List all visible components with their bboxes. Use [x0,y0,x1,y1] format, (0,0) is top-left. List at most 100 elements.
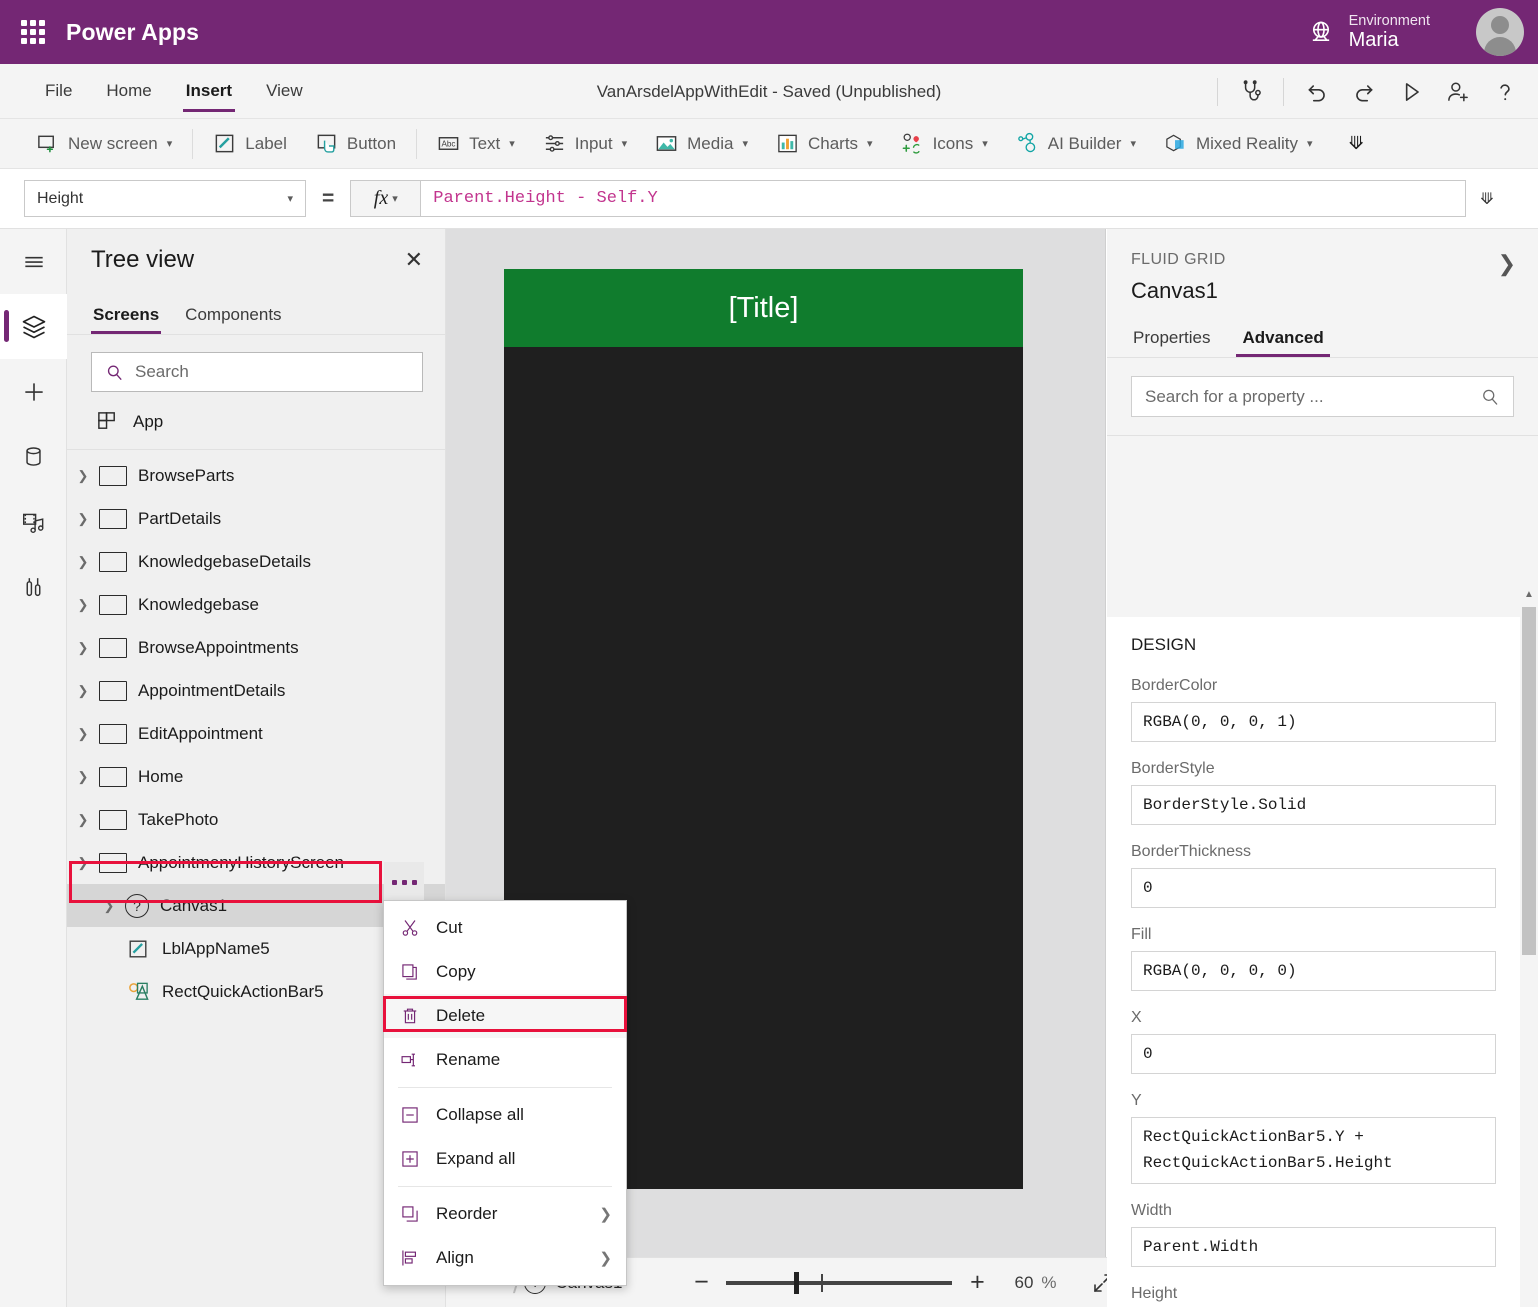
environment-name: Maria [1348,28,1399,51]
chevron-right-icon[interactable]: ❯ [67,812,99,828]
chevron-right-icon[interactable]: ❯ [67,640,99,656]
rail-item-advanced-tools[interactable] [0,554,67,619]
tab-view[interactable]: View [249,64,320,118]
redo-icon[interactable] [1340,70,1387,114]
chevron-right-icon[interactable]: ❯ [67,468,99,484]
formula-expand-chevron-down-icon[interactable]: ⟱ [1480,189,1493,209]
zoom-slider[interactable] [726,1271,953,1294]
minus-icon[interactable]: − [684,1270,718,1295]
tab-advanced[interactable]: Advanced [1236,328,1330,357]
insert-label-button[interactable]: Label [199,124,301,164]
prop-input-borderthickness[interactable]: 0 [1131,868,1496,908]
rail-item-data[interactable] [0,424,67,489]
tab-components[interactable]: Components [183,305,283,334]
tab-properties[interactable]: Properties [1131,328,1212,357]
insert-plus-icon [21,379,47,405]
button-icon [315,132,338,155]
chevron-right-icon[interactable]: ❯ [67,511,99,527]
context-menu-item-reorder[interactable]: Reorder ❯ [384,1192,626,1236]
tab-screens[interactable]: Screens [91,305,162,334]
chevron-right-icon[interactable]: ❯ [67,769,99,785]
tab-home[interactable]: Home [89,64,168,118]
tree-node-knowledgebasedetails[interactable]: ❯ KnowledgebaseDetails [67,540,445,583]
environment-selector[interactable]: Environment Maria [1307,0,1430,64]
insert-button-button[interactable]: Button [301,124,410,164]
insert-input-button[interactable]: Input ▾ [529,124,641,164]
tree-node-home[interactable]: ❯ Home [67,755,445,798]
tree-node-appointmentdetails[interactable]: ❯ AppointmentDetails [67,669,445,712]
screen-title-bar[interactable]: [Title] [504,269,1023,347]
context-menu-item-expand-all[interactable]: Expand all [384,1137,626,1181]
prop-label-height: Height [1131,1285,1178,1303]
context-menu-item-rename[interactable]: Rename [384,1038,626,1082]
tree-view-search-wrap: Search [67,335,445,406]
toolbar-overflow-chevron-down-icon[interactable]: ⟱ [1335,133,1378,154]
chevron-down-icon[interactable]: ❯ [67,855,99,871]
property-select[interactable]: Height ▾ [24,180,306,217]
prop-input-x[interactable]: 0 [1131,1034,1496,1074]
chevron-right-icon[interactable]: ❯ [67,726,99,742]
brand-title[interactable]: Power Apps [66,19,199,46]
chevron-right-icon[interactable]: ❯ [93,898,125,914]
insert-mixed-reality-button[interactable]: Mixed Reality ▾ [1150,124,1327,164]
chevron-down-icon: ▾ [1130,138,1136,150]
insert-text-button[interactable]: Abc Text ▾ [423,124,529,164]
chevron-right-icon[interactable]: ❯ [67,683,99,699]
insert-ai-builder-button[interactable]: AI Builder ▾ [1002,124,1150,164]
formula-input[interactable]: Parent.Height - Self.Y [420,180,1467,217]
app-checker-icon[interactable] [1227,70,1274,114]
prop-input-bordercolor[interactable]: RGBA(0, 0, 0, 1) [1131,702,1496,742]
fx-button[interactable]: fx ▾ [350,180,421,217]
tree-node-more-options-icon[interactable] [384,862,424,902]
rail-item-insert[interactable] [0,359,67,424]
prop-input-width[interactable]: Parent.Width [1131,1227,1496,1268]
caret-up-icon[interactable]: ▲ [1520,589,1538,600]
chevron-down-icon: ▾ [621,138,628,150]
screen-icon [99,680,127,701]
tree-node-browseappointments[interactable]: ❯ BrowseAppointments [67,626,445,669]
insert-label-label: Label [245,133,287,153]
zoom-unit: % [1041,1272,1057,1292]
tree-node-partdetails[interactable]: ❯ PartDetails [67,497,445,540]
context-menu-item-delete[interactable]: Delete [384,994,626,1038]
search-input[interactable]: Search [91,352,423,392]
scrollbar-thumb[interactable] [1522,607,1536,955]
insert-charts-button[interactable]: Charts ▾ [762,124,887,164]
insert-new-screen-button[interactable]: New screen ▾ [22,124,186,164]
chevron-right-icon[interactable]: ❯ [67,597,99,613]
tree-node-editappointment[interactable]: ❯ EditAppointment [67,712,445,755]
context-menu-item-collapse-all[interactable]: Collapse all [384,1093,626,1137]
share-icon[interactable] [1434,70,1481,114]
screen-icon [99,465,127,486]
context-menu-item-copy[interactable]: Copy [384,950,626,994]
rail-item-media[interactable] [0,489,67,554]
prop-input-borderstyle[interactable]: BorderStyle.Solid [1131,785,1496,825]
rail-item-tree-view[interactable] [0,294,67,359]
tab-file[interactable]: File [28,64,89,118]
tab-insert[interactable]: Insert [169,64,249,118]
prop-input-fill[interactable]: RGBA(0, 0, 0, 0) [1131,951,1496,991]
waffle-grid-icon[interactable] [0,20,66,44]
tree-node-app[interactable]: App [67,406,445,450]
preview-icon[interactable] [1387,70,1434,114]
close-icon[interactable]: ✕ [405,249,423,271]
insert-media-button[interactable]: Media ▾ [641,124,762,164]
tree-node-knowledgebase[interactable]: ❯ Knowledgebase [67,583,445,626]
tree-node-takephoto[interactable]: ❯ TakePhoto [67,798,445,841]
zoom-slider-thumb[interactable] [794,1271,800,1294]
plus-icon[interactable]: + [960,1270,994,1295]
insert-icons-button[interactable]: Icons ▾ [887,124,1002,164]
avatar[interactable] [1476,8,1524,56]
help-icon[interactable] [1481,70,1528,114]
property-search-input[interactable]: Search for a property ... [1131,376,1514,417]
properties-scrollbar[interactable]: ▲ ▼ [1520,587,1538,1307]
chevron-right-icon[interactable]: ❯ [1498,251,1516,277]
chevron-right-icon[interactable]: ❯ [67,554,99,570]
context-menu-item-align[interactable]: Align ❯ [384,1236,626,1280]
prop-input-y[interactable]: RectQuickActionBar5.Y + RectQuickActionB… [1131,1117,1496,1185]
properties-panel: FLUID GRID ❯ Canvas1 Properties Advanced… [1107,229,1538,1307]
undo-icon[interactable] [1293,70,1340,114]
context-menu-item-cut[interactable]: Cut [384,906,626,950]
rail-item-hamburger[interactable] [0,229,67,294]
tree-node-browseparts[interactable]: ❯ BrowseParts [67,454,445,497]
